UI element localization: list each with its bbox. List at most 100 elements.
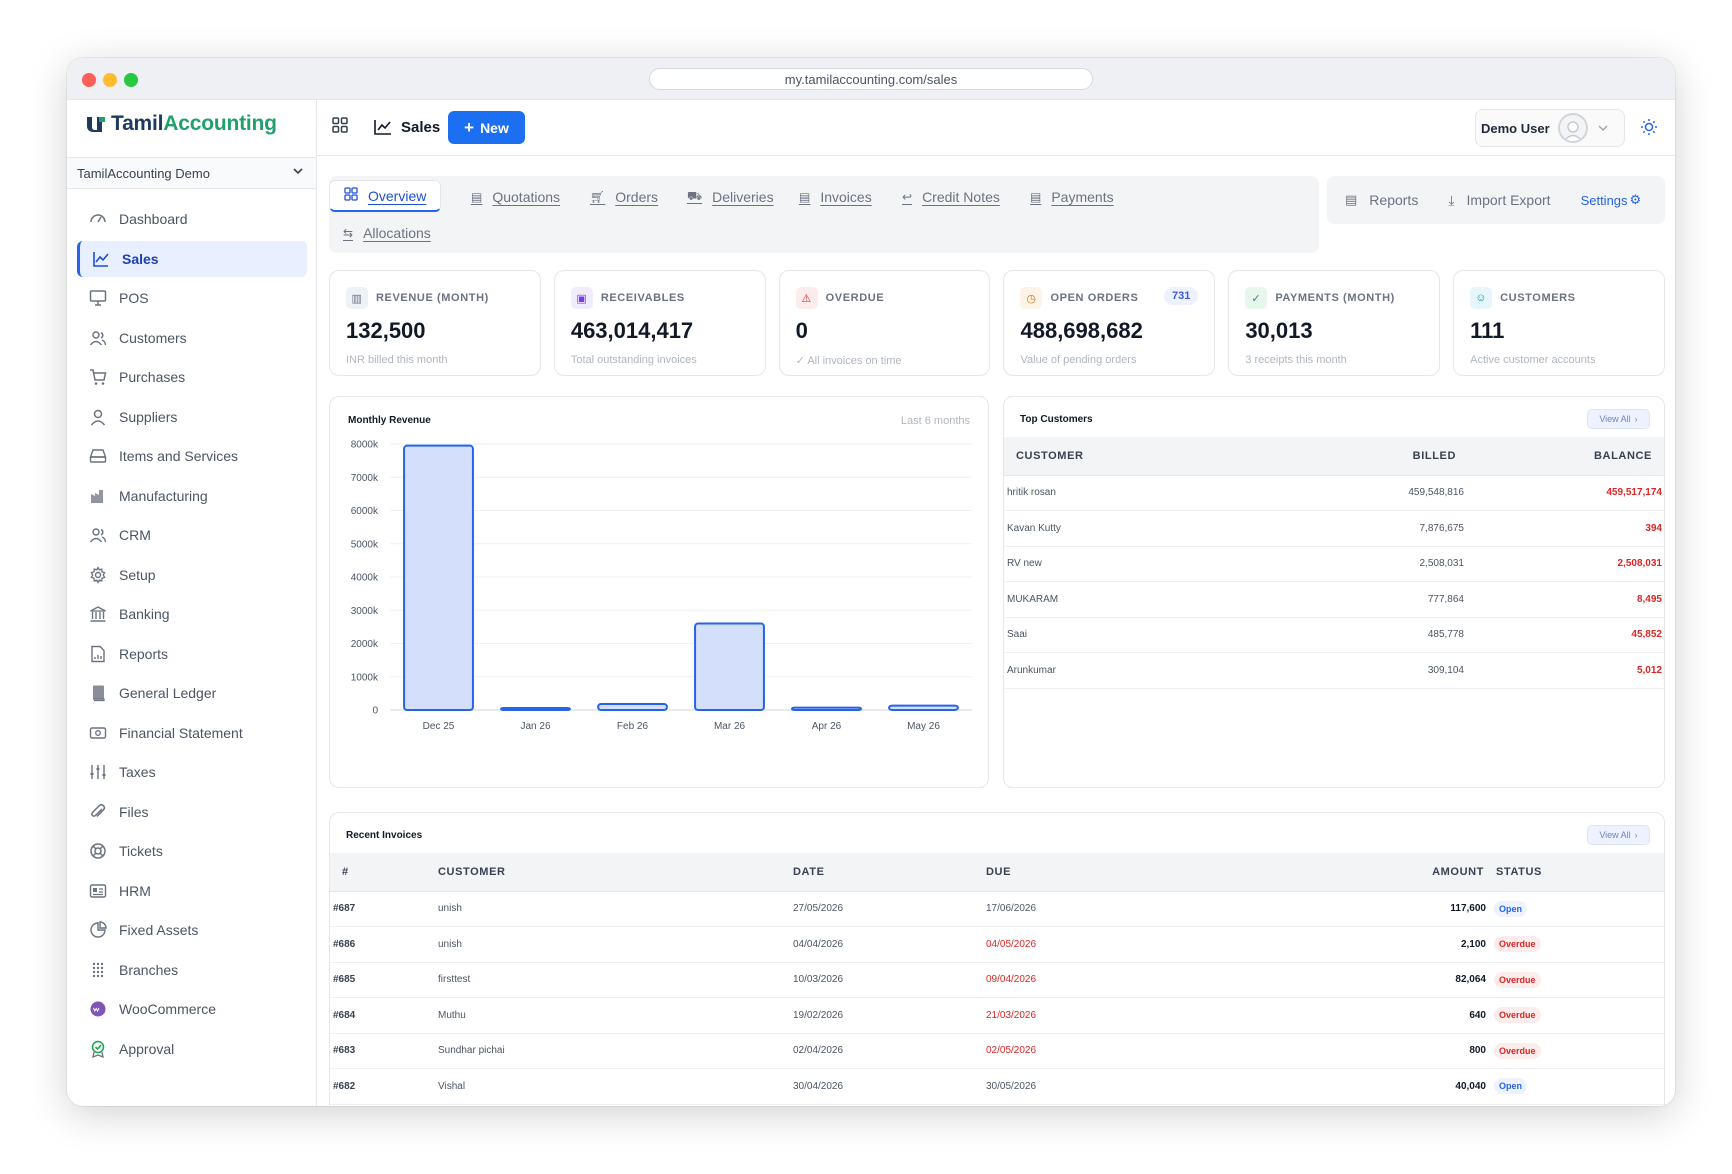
sidebar-item-hrm[interactable]: HRM [77, 873, 307, 909]
sidebar-item-label: Purchases [119, 369, 186, 385]
kpi-card[interactable]: ▥ REVENUE (MONTH) 132,500 INR billed this m… [329, 270, 541, 376]
table-row[interactable]: #685 firsttest 10/03/2026 09/04/2026 82,064 O… [330, 962, 1664, 998]
theme-toggle-sun-icon[interactable] [1640, 118, 1658, 141]
kpi-row: ▥ REVENUE (MONTH) 132,500 INR billed this m… [329, 270, 1665, 376]
table-row[interactable]: MUKARAM 777,864 8,495 [1004, 581, 1664, 618]
column-header-balance[interactable]: BALANCE [1466, 437, 1664, 476]
sidebar-item-banking[interactable]: Banking [77, 596, 307, 632]
column-header-customer[interactable]: CUSTOMER [1004, 437, 1334, 476]
table-row[interactable]: RV new 2,508,031 2,508,031 [1004, 546, 1664, 582]
column-header-due[interactable]: DUE [986, 853, 1286, 892]
tab-label: Reports [1369, 192, 1419, 208]
kpi-card[interactable]: ▣ RECEIVABLES 463,014,417 Total outstanding… [553, 270, 766, 376]
swap-arrows-icon: ⇆ [343, 226, 354, 240]
sidebar-item-sales[interactable]: Sales [77, 240, 307, 277]
sidebar-item-branches[interactable]: Branches [77, 952, 307, 988]
y-tick-label: 3000k [351, 606, 379, 617]
organization-select[interactable]: TamilAccounting Demo [67, 157, 316, 189]
column-header-customer[interactable]: CUSTOMER [438, 853, 793, 892]
invoice-number[interactable]: #684 [330, 997, 438, 1034]
sidebar-item-label: Customers [119, 329, 187, 346]
chevron-right-icon: › [1634, 414, 1638, 424]
kpi-card[interactable]: ◷ OPEN ORDERS 731 488,698,682 Value of pendi… [1003, 270, 1216, 376]
close-window-button[interactable] [82, 73, 96, 87]
apps-grid-icon[interactable] [331, 116, 349, 139]
view-all-button[interactable]: View All › [1587, 409, 1650, 429]
sidebar-item-purchases[interactable]: Purchases [77, 359, 307, 395]
customer-name: Kavan Kutty [1004, 510, 1334, 547]
table-row[interactable]: hritik rosan 459,548,816 459,517,174 [1004, 475, 1664, 511]
sidebar-item-woocommerce[interactable]: WooCommerce [77, 991, 307, 1027]
tab-label: Orders [615, 189, 659, 205]
sidebar-item-setup[interactable]: Setup [77, 557, 307, 593]
tab-deliveries[interactable]: ⛟ Deliveries [673, 181, 788, 213]
tab-allocations[interactable]: ⇆ Allocations [329, 217, 445, 249]
tab-overview[interactable]: Overview [329, 180, 442, 212]
invoice-number[interactable]: #687 [330, 891, 438, 927]
tab-import-export[interactable]: ⤓ Import Export [1448, 192, 1550, 209]
gear-icon: ⚙ [1629, 192, 1642, 207]
tab-quotations[interactable]: ▤ Quotations [457, 181, 574, 213]
maximize-window-button[interactable] [124, 73, 138, 87]
table-row[interactable]: #682 Vishal 30/04/2026 30/05/2026 40,040 Open [330, 1068, 1664, 1105]
new-button[interactable]: + New [448, 111, 525, 144]
column-header-date[interactable]: DATE [793, 853, 986, 892]
user-menu[interactable]: Demo User [1475, 109, 1625, 147]
revenue-bar[interactable] [500, 707, 571, 711]
customer-name: Saai [1004, 617, 1334, 653]
sidebar-item-approval[interactable]: Approval [77, 1031, 307, 1067]
invoice-number[interactable]: #682 [330, 1068, 438, 1105]
sidebar-item-dashboard[interactable]: Dashboard [77, 201, 307, 237]
column-header-status[interactable]: STATUS [1494, 853, 1664, 892]
tab-credit-notes[interactable]: ↩ Credit Notes [888, 181, 1014, 213]
revenue-bar[interactable] [597, 703, 668, 712]
table-row[interactable]: #687 unish 27/05/2026 17/06/2026 117,600 Open [330, 891, 1664, 927]
sidebar-item-items-and-services[interactable]: Items and Services [77, 438, 307, 474]
chevron-down-icon [1598, 121, 1608, 136]
tab-payments[interactable]: ▤ Payments [1016, 181, 1128, 213]
tab-orders[interactable]: 🛒︎ Orders [576, 181, 672, 213]
sidebar-item-taxes[interactable]: Taxes [77, 754, 307, 790]
table-body: hritik rosan 459,548,816 459,517,174 Kavan … [1004, 475, 1664, 689]
kpi-card[interactable]: ☺ CUSTOMERS 111 Active customer accounts [1453, 270, 1665, 376]
chart-line-icon [92, 250, 110, 268]
table-row[interactable]: #683 Sundhar pichai 02/04/2026 02/05/2026 80… [330, 1033, 1664, 1069]
tab-reports[interactable]: ▤ Reports [1345, 192, 1418, 208]
settings-link[interactable]: Settings ⚙ [1581, 192, 1642, 208]
kpi-card[interactable]: ✓ PAYMENTS (MONTH) 30,013 3 receipts this m… [1228, 270, 1441, 376]
column-header-number[interactable]: # [330, 853, 438, 892]
sidebar-item-crm[interactable]: CRM [77, 517, 307, 553]
view-all-button[interactable]: View All › [1587, 825, 1650, 845]
revenue-bar[interactable] [888, 704, 959, 711]
invoice-number[interactable]: #683 [330, 1033, 438, 1069]
invoice-number[interactable]: #685 [330, 962, 438, 998]
table-row[interactable]: Kavan Kutty 7,876,675 394 [1004, 510, 1664, 547]
kpi-card[interactable]: ⚠ OVERDUE 0 ✓ All invoices on time [778, 270, 991, 376]
table-row[interactable]: Arunkumar 309,104 5,012 [1004, 652, 1664, 689]
cart-icon: 🛒︎ [590, 190, 606, 204]
sidebar-item-fixed-assets[interactable]: Fixed Assets [77, 912, 307, 948]
sidebar-item-general-ledger[interactable]: General Ledger [77, 675, 307, 711]
sidebar-item-files[interactable]: Files [77, 794, 307, 830]
tab-invoices[interactable]: ▤ Invoices [785, 181, 886, 213]
brand-logo[interactable]: TamilAccounting [85, 112, 277, 136]
revenue-bar[interactable] [403, 444, 474, 711]
sidebar-item-pos[interactable]: POS [77, 280, 307, 316]
sidebar-item-manufacturing[interactable]: Manufacturing [77, 478, 307, 514]
sidebar-item-suppliers[interactable]: Suppliers [77, 399, 307, 435]
table-row[interactable]: #684 Muthu 19/02/2026 21/03/2026 640 Overdue [330, 997, 1664, 1034]
minimize-window-button[interactable] [103, 73, 117, 87]
sidebar-item-tickets[interactable]: Tickets [77, 833, 307, 869]
sidebar-item-financial-statement[interactable]: Financial Statement [77, 715, 307, 751]
table-row[interactable]: #686 unish 04/04/2026 04/05/2026 2,100 Overdu… [330, 926, 1664, 963]
revenue-bar[interactable] [694, 622, 765, 711]
revenue-bar[interactable] [791, 706, 862, 711]
address-bar[interactable]: my.tamilaccounting.com/sales [649, 68, 1093, 90]
sidebar-item-customers[interactable]: Customers [77, 320, 307, 356]
sidebar-item-reports[interactable]: Reports [77, 636, 307, 672]
balance-amount: 394 [1466, 510, 1664, 547]
table-row[interactable]: Saai 485,778 45,852 [1004, 617, 1664, 653]
column-header-billed[interactable]: BILLED [1334, 437, 1466, 476]
column-header-amount[interactable]: AMOUNT [1286, 853, 1494, 892]
invoice-number[interactable]: #686 [330, 926, 438, 963]
